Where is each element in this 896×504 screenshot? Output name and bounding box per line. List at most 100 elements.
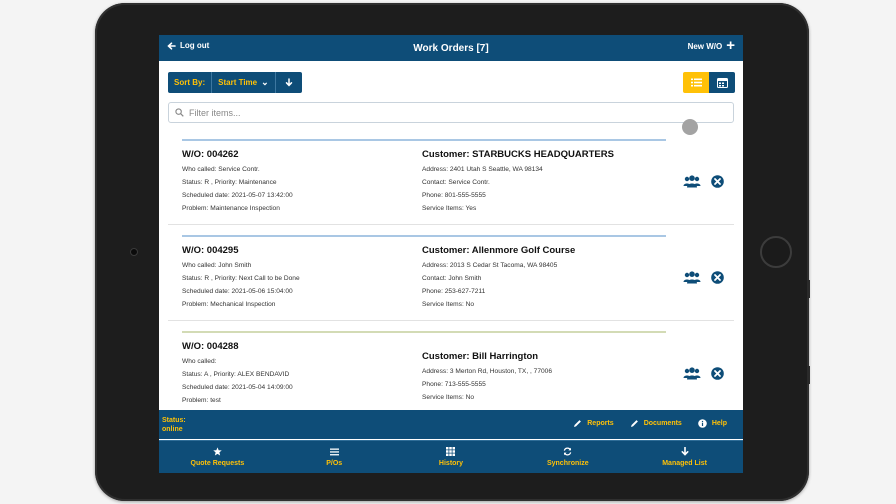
status-priority: Status: R , Priority: Next Call to be Do…	[182, 274, 300, 282]
pencil-icon	[574, 420, 582, 427]
new-work-order-button[interactable]: New W/O +	[687, 37, 735, 54]
list-icon	[690, 78, 702, 87]
logout-button[interactable]: Log out	[167, 41, 209, 50]
who-called: Who called:	[182, 358, 217, 365]
new-wo-label: New W/O	[687, 41, 723, 51]
side-button	[807, 280, 810, 298]
problem: Problem: Maintenance Inspection	[182, 204, 280, 212]
documents-label: Documents	[643, 420, 682, 427]
customer-details: Customer: Bill Harrington Address: 3 Mer…	[422, 351, 672, 405]
problem: Problem: test	[182, 396, 221, 404]
work-order-card[interactable]: W/O: 004262 Who called: Service Contr. S…	[168, 137, 734, 225]
address: Address: 2013 S Cedar St Tacoma, WA 9840…	[422, 262, 558, 269]
bottom-tab-bar: Quote Requests P/Os History Synchronize …	[159, 440, 743, 473]
search-icon	[175, 108, 184, 117]
plus-icon: +	[726, 37, 735, 54]
customer-details: Customer: Allenmore Golf Course Address:…	[422, 245, 672, 312]
wo-number: W/O: 004262	[182, 149, 239, 160]
work-order-details: W/O: 004262 Who called: Service Contr. S…	[182, 149, 412, 216]
footer-links: Reports Documents Help	[573, 419, 727, 428]
star-icon	[213, 447, 222, 456]
who-called: Who called: Service Contr.	[182, 166, 260, 173]
work-order-card[interactable]: W/O: 004288 Who called: Status: A , Prio…	[168, 329, 734, 411]
wo-number: W/O: 004288	[182, 341, 239, 352]
info-icon	[698, 419, 707, 428]
tab-quote-requests[interactable]: Quote Requests	[159, 441, 276, 473]
sort-direction-button[interactable]	[274, 72, 302, 93]
phone: Phone: 801-555-5555	[422, 191, 486, 199]
tab-synchronize[interactable]: Synchronize	[509, 441, 626, 473]
address: Address: 3 Merton Rd, Houston, TX, , 770…	[422, 368, 552, 375]
phone: Phone: 253-627-7211	[422, 287, 486, 295]
filter-field	[168, 102, 734, 123]
service-items: Service Items: Yes	[422, 204, 477, 212]
camera-icon	[130, 248, 138, 256]
page-title: Work Orders [7]	[413, 42, 489, 54]
card-actions	[683, 271, 724, 284]
list-view-button[interactable]	[683, 72, 709, 93]
scheduled-date: Scheduled date: 2021-05-06 15:04:00	[182, 287, 293, 295]
work-order-details: W/O: 004288 Who called: Status: A , Prio…	[182, 341, 412, 408]
tab-label: P/Os	[326, 459, 343, 467]
address: Address: 2401 Utah S Seattle, WA 98134	[422, 166, 543, 173]
status-priority: Status: R , Priority: Maintenance	[182, 178, 277, 186]
status-priority: Status: A , Priority: ALEX BENDAVID	[182, 370, 290, 378]
users-icon[interactable]	[683, 271, 701, 284]
calendar-view-button[interactable]	[709, 72, 735, 93]
service-items: Service Items: No	[422, 300, 475, 308]
card-actions	[683, 175, 724, 188]
tab-label: History	[438, 460, 464, 467]
header-bar: Log out Work Orders [7] New W/O +	[159, 35, 743, 61]
work-order-details: W/O: 004295 Who called: John Smith Statu…	[182, 245, 412, 312]
home-button[interactable]	[760, 236, 792, 268]
problem: Problem: Mechanical Inspection	[182, 300, 276, 308]
reports-link[interactable]: Reports	[573, 419, 614, 428]
arrow-down-icon	[681, 447, 689, 456]
who-called: Who called: John Smith	[182, 262, 252, 269]
filter-input[interactable]	[189, 107, 709, 118]
sort-dropdown[interactable]: Start Time ⌄	[211, 72, 275, 93]
status-value: online	[162, 426, 183, 433]
customer-details: Customer: STARBUCKS HEADQUARTERS Address…	[422, 149, 672, 216]
arrow-down-icon	[285, 78, 292, 87]
status-line	[182, 139, 666, 141]
menu-icon	[329, 448, 339, 455]
users-icon[interactable]	[683, 175, 701, 188]
card-actions	[683, 367, 724, 380]
sort-value: Start Time	[218, 78, 258, 87]
tab-label: Synchronize	[546, 460, 589, 467]
connection-status: Status: online	[162, 416, 186, 434]
tab-pos[interactable]: P/Os	[276, 441, 393, 473]
status-label: Status:	[162, 417, 186, 424]
close-icon[interactable]	[711, 271, 724, 284]
contact: Contact: Service Contr.	[422, 178, 490, 186]
close-icon[interactable]	[711, 367, 724, 380]
help-link[interactable]: Help	[698, 419, 727, 428]
tab-history[interactable]: History	[393, 441, 510, 473]
wo-number: W/O: 004295	[182, 245, 239, 256]
tab-managed-list[interactable]: Managed List	[626, 441, 743, 473]
work-order-card[interactable]: W/O: 004295 Who called: John Smith Statu…	[168, 233, 734, 321]
status-line	[182, 331, 666, 333]
scheduled-date: Scheduled date: 2021-05-07 13:42:00	[182, 191, 293, 199]
customer-name: Customer: STARBUCKS HEADQUARTERS	[422, 149, 614, 160]
documents-link[interactable]: Documents	[630, 419, 682, 428]
phone: Phone: 713-555-5555	[422, 380, 486, 388]
work-order-list: W/O: 004262 Who called: Service Contr. S…	[168, 137, 734, 411]
contact: Contact: John Smith	[422, 274, 482, 282]
scheduled-date: Scheduled date: 2021-05-04 14:09:00	[182, 383, 293, 391]
sort-label: Sort By:	[168, 72, 212, 93]
help-label: Help	[711, 420, 727, 427]
arrow-left-icon	[167, 41, 176, 50]
close-icon[interactable]	[711, 175, 724, 188]
status-bar: Status: online Reports Documents Help	[159, 410, 743, 439]
sync-icon	[564, 447, 572, 456]
logout-label: Log out	[180, 41, 210, 50]
touch-indicator	[682, 119, 698, 135]
customer-name: Customer: Bill Harrington	[422, 351, 539, 362]
tab-label: Quote Requests	[190, 460, 245, 467]
view-toggle	[683, 72, 735, 93]
side-button	[807, 366, 810, 384]
users-icon[interactable]	[683, 367, 701, 380]
chevron-down-icon: ⌄	[261, 77, 269, 87]
